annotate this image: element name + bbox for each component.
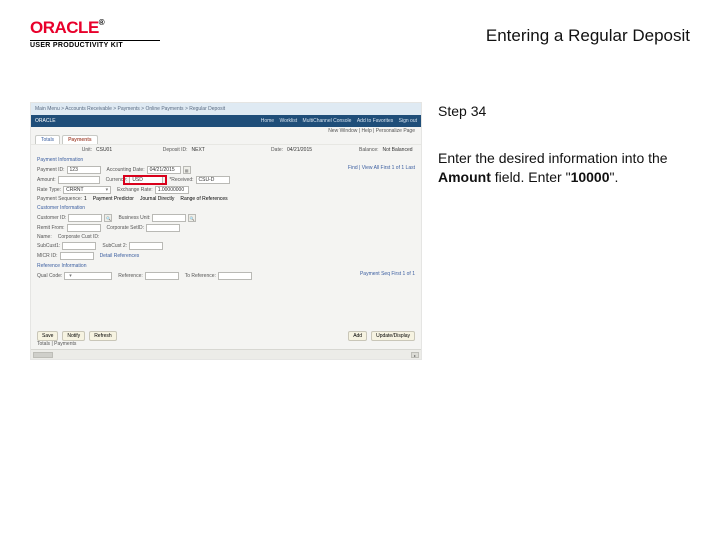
name-label: Name: <box>37 234 52 240</box>
link-home[interactable]: Home <box>261 118 274 124</box>
footer-tabs-ref: Totals | Payments <box>37 341 76 347</box>
instr-part1: Enter the desired information into the <box>438 150 668 166</box>
acct-date-input[interactable]: 04/21/2015 <box>147 166 181 174</box>
acct-label: Accounting Date: <box>107 167 145 173</box>
app-brand: ORACLE <box>35 118 56 124</box>
payseq-value: 1 <box>84 196 87 202</box>
instr-field-name: Amount <box>438 169 491 185</box>
add-button[interactable]: Add <box>348 331 367 341</box>
breadcrumb: Main Menu > Accounts Receivable > Paymen… <box>31 103 421 115</box>
micr-input[interactable] <box>60 252 94 260</box>
top-links: Home Worklist MultiChannel Console Add t… <box>257 118 417 124</box>
sub1-input[interactable] <box>62 242 96 250</box>
sub2-input[interactable] <box>129 242 163 250</box>
grid-nav: Find | View All First 1 of 1 Last <box>342 165 421 171</box>
link-console[interactable]: MultiChannel Console <box>303 118 352 124</box>
payseq-label: Payment Sequence: <box>37 196 82 202</box>
amount-input[interactable] <box>58 176 100 184</box>
page-title: Entering a Regular Deposit <box>486 26 690 46</box>
tabs: Totals Payments <box>31 135 421 144</box>
unit-label: Unit: <box>37 147 92 153</box>
corpsetid-label: Corporate SetID: <box>107 225 145 231</box>
payid-label: Payment ID: <box>37 167 65 173</box>
tab-payments[interactable]: Payments <box>62 135 98 144</box>
bu-input[interactable] <box>152 214 186 222</box>
refresh-button[interactable]: Refresh <box>89 331 117 341</box>
notify-button[interactable]: Notify <box>62 331 85 341</box>
instr-value: 10000 <box>571 169 610 185</box>
date-label: Date: <box>228 147 283 153</box>
scrollbar-thumb[interactable] <box>33 352 53 358</box>
brand-block: ORACLE® USER PRODUCTIVITY KIT <box>30 18 160 49</box>
action-buttons-right: Add Update/Display <box>348 331 415 341</box>
ref-grid-nav: Payment Seq First 1 of 1 <box>354 271 421 277</box>
lookup-icon[interactable]: 🔍 <box>104 214 112 222</box>
unit-value: CSU01 <box>96 147 129 153</box>
step-label: Step 34 <box>438 102 690 121</box>
received-input[interactable]: CSU-D <box>196 176 230 184</box>
bu-label: Business Unit: <box>118 215 150 221</box>
sub2-label: SubCust 2: <box>102 243 127 249</box>
payid-input[interactable]: 123 <box>67 166 101 174</box>
micr-label: MICR ID: <box>37 253 58 259</box>
amount-label: Amount: <box>37 177 56 183</box>
oracle-logo: ORACLE® <box>30 18 160 38</box>
qual-label: Qual Code: <box>37 273 62 279</box>
remit-input[interactable] <box>67 224 101 232</box>
deposit-label: Deposit ID: <box>133 147 188 153</box>
embedded-screenshot: Main Menu > Accounts Receivable > Paymen… <box>30 102 422 360</box>
section-ref-info: Reference Information <box>31 261 421 271</box>
opt-predictor[interactable]: Payment Predictor <box>93 196 134 202</box>
registered-mark: ® <box>99 18 104 27</box>
calendar-icon[interactable]: ▦ <box>183 166 191 174</box>
opt-range[interactable]: Range of References <box>180 196 227 202</box>
horizontal-scrollbar[interactable]: ▸ <box>31 349 421 359</box>
app-bar: ORACLE Home Worklist MultiChannel Consol… <box>31 115 421 127</box>
instruction-text: Enter the desired information into the A… <box>438 149 690 187</box>
lookup-icon[interactable]: 🔍 <box>188 214 196 222</box>
instructions-panel: Step 34 Enter the desired information in… <box>438 102 690 360</box>
section-customer-info: Customer Information <box>31 203 421 213</box>
ref-label: Reference: <box>118 273 142 279</box>
balance-value: Not Balanced <box>383 147 416 153</box>
link-fav[interactable]: Add to Favorites <box>357 118 393 124</box>
corpsetid-input[interactable] <box>146 224 180 232</box>
update-button[interactable]: Update/Display <box>371 331 415 341</box>
to-ref-input[interactable] <box>218 272 252 280</box>
custid-input[interactable] <box>68 214 102 222</box>
ref-input[interactable] <box>145 272 179 280</box>
action-buttons-left: Save Notify Refresh <box>37 331 117 341</box>
instr-part3: ". <box>610 169 619 185</box>
ratetype-label: Rate Type: <box>37 187 61 193</box>
to-ref-label: To Reference: <box>185 273 216 279</box>
deposit-value: NEXT <box>192 147 225 153</box>
upk-label: USER PRODUCTIVITY KIT <box>30 42 160 49</box>
highlight-amount-field <box>123 175 167 185</box>
logo-rule <box>30 40 160 41</box>
received-label: *Received: <box>169 177 193 183</box>
remit-label: Remit From: <box>37 225 65 231</box>
exrate-input[interactable]: 1.00000000 <box>155 186 189 194</box>
ccode-label: Corporate Cust ID: <box>58 234 100 240</box>
link-worklist[interactable]: Worklist <box>279 118 297 124</box>
balance-label: Balance: <box>324 147 379 153</box>
ratetype-select[interactable]: CRRNT <box>63 186 111 194</box>
oracle-word: ORACLE <box>30 18 99 37</box>
sub1-label: SubCust1: <box>37 243 60 249</box>
date-value: 04/21/2015 <box>287 147 320 153</box>
save-button[interactable]: Save <box>37 331 58 341</box>
link-signout[interactable]: Sign out <box>399 118 417 124</box>
tab-totals[interactable]: Totals <box>35 135 60 144</box>
sub-nav: New Window | Help | Personalize Page <box>31 127 421 135</box>
opt-journal[interactable]: Journal Directly <box>140 196 174 202</box>
summary-row: Unit: CSU01 Deposit ID: NEXT Date: 04/21/20… <box>31 144 421 155</box>
qual-select[interactable] <box>64 272 112 280</box>
custid-label: Customer ID: <box>37 215 66 221</box>
section-payment-info: Payment Information <box>31 155 421 165</box>
exrate-label: Exchange Rate: <box>117 187 153 193</box>
scroll-right-icon[interactable]: ▸ <box>411 352 419 358</box>
detail-ref-link[interactable]: Detail References <box>100 253 140 259</box>
instr-part2: field. Enter " <box>491 169 571 185</box>
